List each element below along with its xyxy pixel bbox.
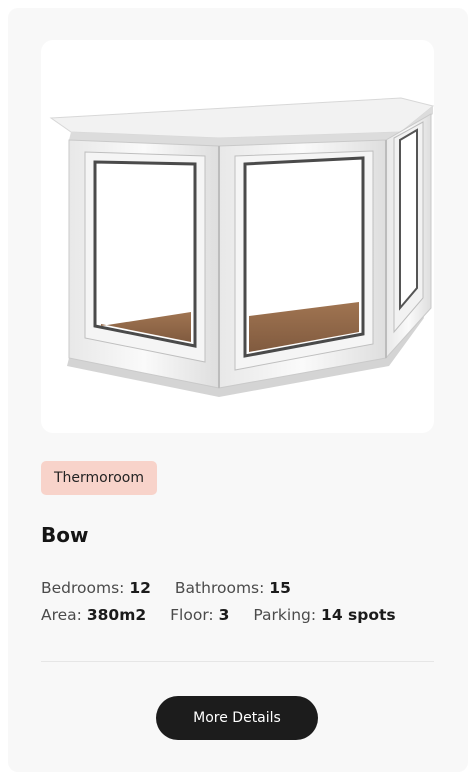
left-window-panel xyxy=(68,139,220,389)
right-window-panel xyxy=(385,113,432,360)
spec-label: Area: xyxy=(41,606,82,624)
spec-value: 12 xyxy=(129,579,151,597)
more-details-button[interactable]: More Details xyxy=(156,696,318,740)
category-badge[interactable]: Thermoroom xyxy=(41,461,157,495)
specs-list: Bedrooms: 12 Bathrooms: 15 Area: 380m2 F… xyxy=(41,575,441,629)
spec-value: 3 xyxy=(218,606,230,624)
spec-parking: Parking: 14 spots xyxy=(253,602,395,629)
spec-label: Floor: xyxy=(170,606,214,624)
spec-value: 14 spots xyxy=(321,606,396,624)
divider xyxy=(41,661,434,662)
bow-window-illustration xyxy=(49,97,434,397)
spec-value: 380m2 xyxy=(86,606,147,624)
spec-value: 15 xyxy=(269,579,291,597)
spec-area: Area: 380m2 xyxy=(41,602,146,629)
spec-label: Bedrooms: xyxy=(41,579,125,597)
specs-row: Area: 380m2 Floor: 3 Parking: 14 spots xyxy=(41,602,441,629)
product-image[interactable] xyxy=(41,40,434,433)
spec-label: Bathrooms: xyxy=(174,579,265,597)
spec-floor: Floor: 3 xyxy=(170,602,229,629)
spec-bathrooms: Bathrooms: 15 xyxy=(175,575,291,602)
spec-bedrooms: Bedrooms: 12 xyxy=(41,575,151,602)
center-window-panel xyxy=(218,139,387,389)
product-title: Bow xyxy=(41,523,89,547)
spec-label: Parking: xyxy=(253,606,317,624)
product-card: Thermoroom Bow Bedrooms: 12 Bathrooms: 1… xyxy=(8,8,468,772)
specs-row: Bedrooms: 12 Bathrooms: 15 xyxy=(41,575,441,602)
